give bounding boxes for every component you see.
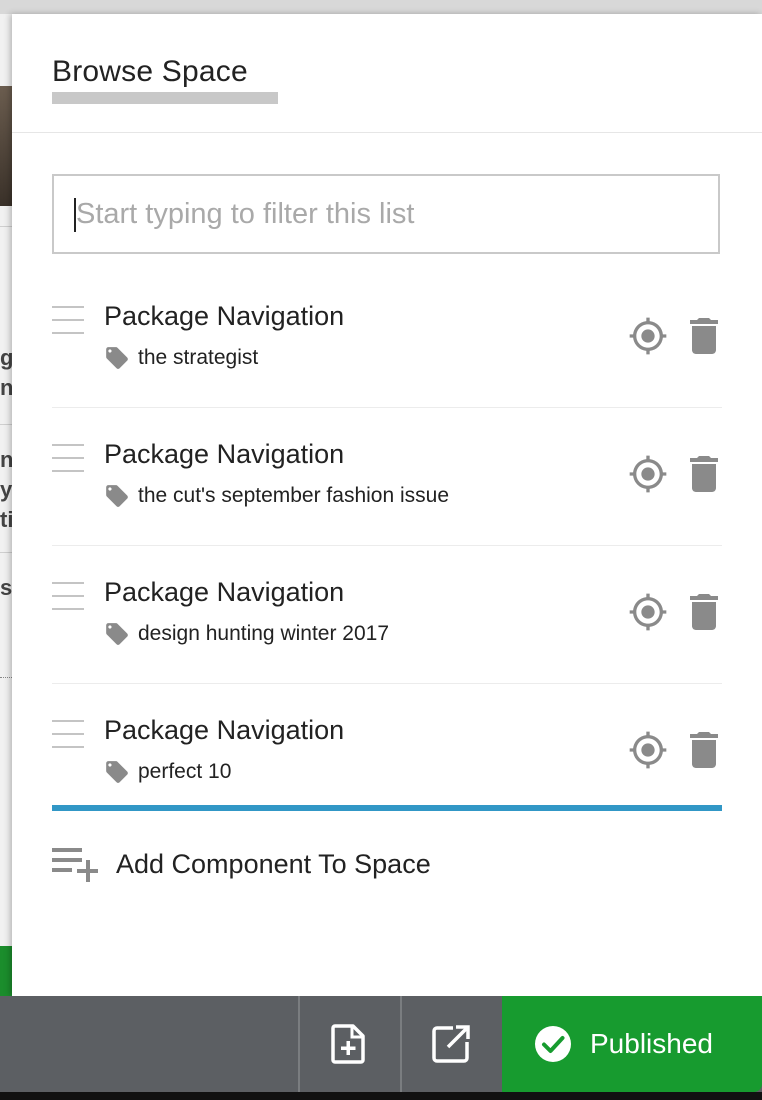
panel-header: Browse Space <box>12 14 762 133</box>
preview-button[interactable] <box>400 996 500 1092</box>
trash-icon[interactable] <box>688 730 720 770</box>
target-icon[interactable] <box>628 730 668 770</box>
tag-label: perfect 10 <box>138 760 232 783</box>
item-tag: the cut's september fashion issue <box>104 482 449 510</box>
item-tag: design hunting winter 2017 <box>104 620 389 648</box>
target-icon[interactable] <box>628 454 668 494</box>
background-text-fragment: n <box>0 376 12 400</box>
item-name: Package Navigation <box>104 439 345 469</box>
browse-space-panel: Browse Space Package Navigation the stra… <box>12 14 762 996</box>
item-tag: perfect 10 <box>104 758 231 786</box>
playlist-add-icon <box>52 848 98 882</box>
tag-icon <box>106 485 128 507</box>
background-header-strip <box>0 0 762 14</box>
list-item[interactable]: Package Navigation design hunting winter… <box>52 546 722 684</box>
drag-handle-icon[interactable] <box>52 582 84 612</box>
trash-icon[interactable] <box>688 592 720 632</box>
component-list: Package Navigation the strategist Packag… <box>52 270 722 822</box>
item-name: Package Navigation <box>104 301 345 331</box>
background-green-block <box>0 946 12 996</box>
published-label: Published <box>590 1028 713 1059</box>
tag-label: the strategist <box>138 346 259 369</box>
tag-icon <box>106 761 128 783</box>
trash-icon[interactable] <box>688 316 720 356</box>
background-text-fragment: n <box>0 448 12 472</box>
target-icon[interactable] <box>628 316 668 356</box>
background-thumbnail <box>0 86 12 206</box>
list-item[interactable]: Package Navigation the cut's september f… <box>52 408 722 546</box>
bottom-toolbar: Published <box>0 996 762 1092</box>
add-component-button[interactable]: Add Component To Space <box>52 844 431 884</box>
background-text-fragment: ti <box>0 508 12 532</box>
target-icon[interactable] <box>628 592 668 632</box>
tag-label: design hunting winter 2017 <box>138 622 390 645</box>
drag-handle-icon[interactable] <box>52 444 84 474</box>
title-underline <box>52 92 278 104</box>
tag-icon <box>106 347 128 369</box>
background-text-fragment: g <box>0 346 12 370</box>
new-page-button[interactable] <box>298 996 398 1092</box>
tag-label: the cut's september fashion issue <box>138 484 450 507</box>
background-dotted-rule <box>0 677 12 678</box>
item-tag: the strategist <box>104 344 258 372</box>
bottom-edge-strip <box>0 1092 762 1100</box>
background-divider <box>0 552 12 553</box>
drag-handle-icon[interactable] <box>52 720 84 750</box>
list-end-divider <box>52 805 722 811</box>
item-name: Package Navigation <box>104 715 345 745</box>
background-text-fragment: y <box>0 478 12 502</box>
filter-input[interactable] <box>52 174 720 254</box>
panel-title: Browse Space <box>52 55 248 88</box>
tag-icon <box>106 623 128 645</box>
list-item[interactable]: Package Navigation perfect 10 <box>52 684 722 822</box>
published-status-button[interactable]: Published <box>502 996 762 1092</box>
item-name: Package Navigation <box>104 577 345 607</box>
background-divider <box>0 226 12 227</box>
background-text-fragment: s <box>0 576 12 600</box>
trash-icon[interactable] <box>688 454 720 494</box>
background-divider <box>0 424 12 425</box>
text-caret <box>74 198 76 232</box>
add-component-label: Add Component To Space <box>116 848 431 879</box>
list-item[interactable]: Package Navigation the strategist <box>52 270 722 408</box>
check-circle-icon <box>535 1026 571 1062</box>
drag-handle-icon[interactable] <box>52 306 84 336</box>
open-external-icon <box>432 1025 470 1063</box>
new-page-icon <box>331 1024 365 1064</box>
